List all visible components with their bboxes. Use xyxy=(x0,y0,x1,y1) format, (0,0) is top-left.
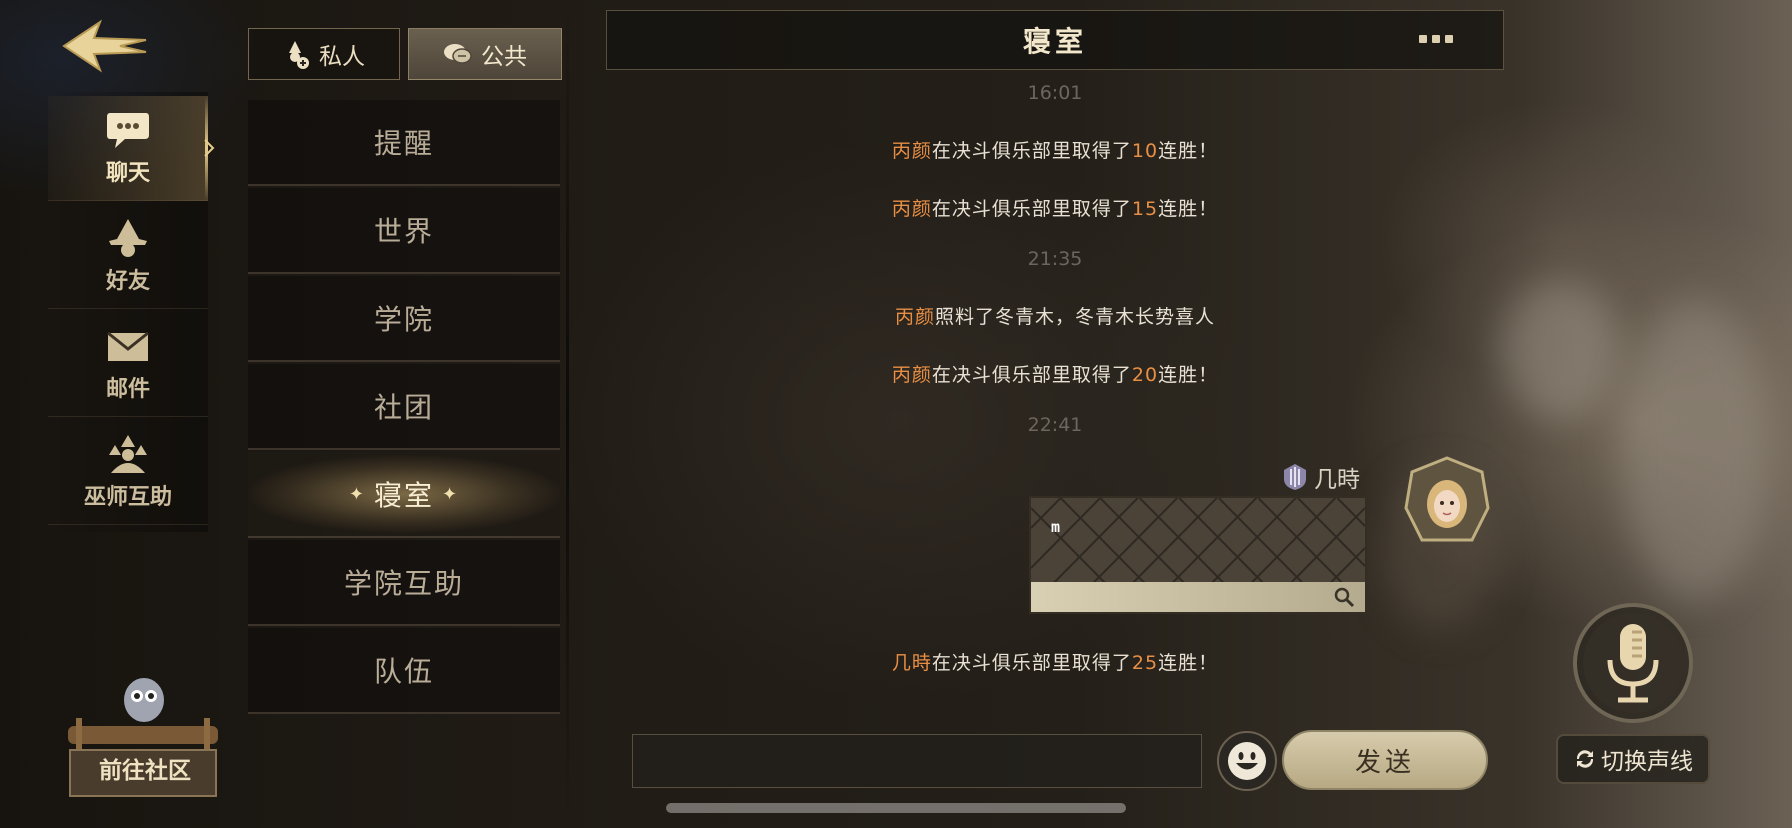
message-text: 在决斗俱乐部里取得了 xyxy=(931,198,1132,220)
tab-public[interactable]: 公共 xyxy=(408,28,562,80)
wizard-plus-icon xyxy=(289,41,309,69)
player-avatar[interactable] xyxy=(1402,456,1492,546)
speech-bubbles-icon xyxy=(444,44,472,64)
envelope-icon xyxy=(107,331,149,361)
system-message: 丙颜在决斗俱乐部里取得了20连胜！ xyxy=(760,360,1350,387)
channel-label: 社团 xyxy=(373,391,434,424)
nav-item-chat[interactable]: 聊天 xyxy=(48,96,208,201)
chat-header: 寝室 xyxy=(606,10,1504,70)
more-options-icon[interactable] xyxy=(1419,35,1453,43)
message-text: 在决斗俱乐部里取得了 xyxy=(931,652,1132,674)
channel-label: 学院 xyxy=(373,303,434,336)
channel-item[interactable]: 学院 xyxy=(248,276,560,362)
tab-private[interactable]: 私人 xyxy=(248,28,400,80)
player-name[interactable]: 丙颜 xyxy=(892,198,932,220)
channel-item[interactable]: 社团 xyxy=(248,364,560,450)
system-message: 丙颜在决斗俱乐部里取得了15连胜！ xyxy=(760,194,1350,221)
back-arrow-icon[interactable] xyxy=(60,14,150,78)
message-text: 连胜！ xyxy=(1158,364,1219,386)
streak-number: 25 xyxy=(1131,652,1159,674)
message-text: 照料了冬青木，冬青木长势喜人 xyxy=(935,306,1216,328)
microphone-icon[interactable] xyxy=(1572,602,1694,724)
search-icon[interactable] xyxy=(1333,586,1355,608)
system-message: 丙颜在决斗俱乐部里取得了10连胜！ xyxy=(760,136,1350,163)
sparkle-icon: ✦ xyxy=(442,483,460,505)
channel-label: 学院互助 xyxy=(343,567,464,600)
switch-voice-button[interactable]: 切换声线 xyxy=(1556,734,1710,784)
timestamp: 22:41 xyxy=(1027,414,1083,436)
image-caption-bar xyxy=(1031,582,1365,612)
send-button[interactable]: 发送 xyxy=(1282,730,1488,790)
player-name[interactable]: 丙颜 xyxy=(895,306,935,328)
player-name[interactable]: 丙颜 xyxy=(892,364,932,386)
streak-number: 15 xyxy=(1131,198,1159,220)
message-input[interactable] xyxy=(632,734,1202,788)
tab-public-label: 公共 xyxy=(481,44,527,70)
message-text: 连胜！ xyxy=(1158,198,1219,220)
nav-item-label: 好友 xyxy=(105,269,150,294)
timestamp: 21:35 xyxy=(1027,248,1083,270)
nav-item-label: 聊天 xyxy=(105,161,150,186)
nav-item-friends[interactable]: 好友 xyxy=(48,204,208,309)
message-text: 连胜！ xyxy=(1158,140,1219,162)
nav-item-label: 巫师互助 xyxy=(83,485,172,510)
channel-item[interactable]: 队伍 xyxy=(248,628,560,714)
chat-title: 寝室 xyxy=(1022,25,1087,58)
house-badge-icon xyxy=(1284,464,1306,490)
home-indicator[interactable] xyxy=(666,803,1126,813)
tiled-floor-image xyxy=(1031,498,1365,586)
nav-item-mail[interactable]: 邮件 xyxy=(48,312,208,417)
image-message-text: m xyxy=(1051,518,1061,536)
wizard-help-icon xyxy=(109,435,147,473)
bg-blur-shape xyxy=(1500,280,1620,420)
timestamp: 16:01 xyxy=(1027,82,1083,104)
chevron-right-icon xyxy=(204,139,215,157)
player-name[interactable]: 丙颜 xyxy=(892,140,932,162)
bg-blur-shape xyxy=(1620,300,1770,600)
player-name[interactable]: 几時 xyxy=(892,652,932,674)
channel-label: 提醒 xyxy=(373,127,434,160)
nav-item-label: 邮件 xyxy=(105,377,150,402)
streak-number: 20 xyxy=(1131,364,1159,386)
wizard-hat-icon xyxy=(109,219,147,257)
system-message: 丙颜照料了冬青木，冬青木长势喜人 xyxy=(760,302,1350,329)
switch-voice-label: 切换声线 xyxy=(1601,749,1693,775)
nav-item-wizard-help[interactable]: 巫师互助 xyxy=(48,420,208,525)
message-text: 在决斗俱乐部里取得了 xyxy=(931,140,1132,162)
channel-label: 寝室 xyxy=(373,479,434,512)
system-message: 几時在决斗俱乐部里取得了25连胜！ xyxy=(760,648,1350,675)
channel-item[interactable]: 提醒 xyxy=(248,100,560,186)
emoji-icon[interactable] xyxy=(1216,730,1278,792)
channel-item-active[interactable]: ✦ 寝室 ✦ xyxy=(248,452,560,538)
chat-bubble-icon xyxy=(107,113,149,148)
message-text: 在决斗俱乐部里取得了 xyxy=(931,364,1132,386)
go-community-button[interactable]: 前往社区 xyxy=(70,748,220,788)
channel-label: 队伍 xyxy=(373,655,434,688)
sparkle-icon: ✦ xyxy=(348,483,366,505)
tab-private-label: 私人 xyxy=(319,44,365,70)
refresh-icon xyxy=(1576,750,1594,768)
channel-item[interactable]: 世界 xyxy=(248,188,560,274)
message-text: 连胜！ xyxy=(1158,652,1219,674)
streak-number: 10 xyxy=(1131,140,1159,162)
channel-label: 世界 xyxy=(373,215,434,248)
panel-divider xyxy=(566,0,569,828)
channel-item[interactable]: 学院互助 xyxy=(248,540,560,626)
message-sender: 几時 xyxy=(1282,460,1360,494)
sender-name[interactable]: 几時 xyxy=(1314,460,1360,494)
image-message-bubble[interactable]: m xyxy=(1029,496,1367,614)
